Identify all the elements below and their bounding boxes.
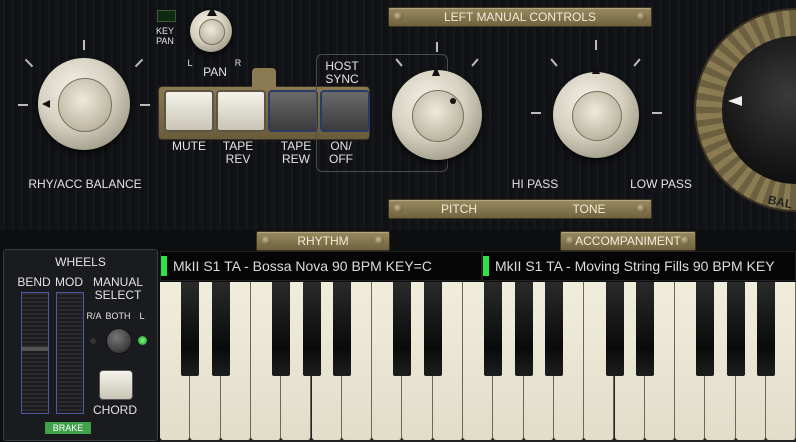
pan-label: PAN bbox=[203, 65, 227, 79]
black-key[interactable] bbox=[211, 282, 230, 376]
pitch-dot bbox=[450, 98, 456, 104]
l-led bbox=[138, 336, 147, 345]
black-key[interactable] bbox=[726, 282, 745, 376]
brake-label: BRAKE bbox=[52, 423, 84, 433]
pan-l-label: L bbox=[187, 58, 193, 68]
manual-select-label: MANUAL SELECT bbox=[92, 275, 143, 302]
tone-knob[interactable] bbox=[553, 72, 639, 158]
accompaniment-label: ACCOMPANIMENT bbox=[575, 234, 681, 248]
balance-pointer-icon bbox=[728, 96, 742, 106]
black-key[interactable] bbox=[332, 282, 351, 376]
black-key[interactable] bbox=[302, 282, 321, 376]
rhy-acc-balance-label: RHY/ACC BALANCE bbox=[28, 177, 142, 191]
black-key[interactable] bbox=[181, 282, 200, 376]
accompaniment-led bbox=[483, 256, 489, 276]
rhythm-display[interactable]: MkII S1 TA - Bossa Nova 90 BPM KEY=C bbox=[160, 251, 482, 281]
pitch-pointer-icon bbox=[432, 66, 440, 76]
black-key[interactable] bbox=[757, 282, 775, 376]
chord-label: CHORD bbox=[93, 403, 137, 417]
mute-label: MUTE bbox=[172, 139, 206, 153]
key-pan-label: KEY PAN bbox=[155, 26, 174, 46]
key-pan-indicator[interactable] bbox=[157, 10, 176, 22]
host-sync-label: HOST SYNC bbox=[325, 59, 359, 86]
mute-button[interactable] bbox=[164, 90, 214, 132]
mod-wheel[interactable] bbox=[56, 292, 84, 414]
tone-label: TONE bbox=[572, 202, 606, 216]
button-plate-tab bbox=[252, 68, 276, 88]
pitch-label: PITCH bbox=[441, 202, 477, 216]
black-key[interactable] bbox=[544, 282, 563, 376]
accompaniment-display[interactable]: MkII S1 TA - Moving String Fills 90 BPM … bbox=[482, 251, 796, 281]
black-key[interactable] bbox=[605, 282, 624, 376]
accompaniment-plate: ACCOMPANIMENT bbox=[560, 231, 696, 251]
chord-button[interactable] bbox=[99, 370, 133, 400]
bend-label: BEND bbox=[17, 275, 51, 289]
l-label: L bbox=[139, 311, 145, 321]
wheels-panel: WHEELS BEND MOD MANUAL SELECT R/A BOTH L… bbox=[3, 249, 158, 441]
manual-select-switch[interactable] bbox=[106, 328, 132, 354]
ra-label: R/A bbox=[86, 311, 102, 321]
rhy-acc-balance-knob[interactable] bbox=[38, 58, 130, 150]
low-pass-label: LOW PASS bbox=[630, 177, 692, 191]
black-key[interactable] bbox=[514, 282, 533, 376]
tape-rev-label: TAPE REV bbox=[222, 139, 254, 166]
tone-pointer-icon bbox=[592, 64, 600, 74]
accompaniment-display-text: MkII S1 TA - Moving String Fills 90 BPM … bbox=[495, 258, 775, 274]
left-manual-controls-label: LEFT MANUAL CONTROLS bbox=[443, 10, 597, 24]
pan-pointer-icon bbox=[207, 7, 217, 16]
ra-led bbox=[90, 338, 96, 344]
rhythm-label: RHYTHM bbox=[297, 234, 349, 248]
hi-pass-label: HI PASS bbox=[511, 177, 559, 191]
brake-badge[interactable]: BRAKE bbox=[45, 422, 91, 434]
black-key[interactable] bbox=[272, 282, 291, 376]
top-control-panel: KEY PAN L R PAN RHY/ACC BALANCE LEFT MAN… bbox=[0, 0, 796, 230]
rhythm-led bbox=[161, 256, 167, 276]
pan-knob[interactable] bbox=[190, 10, 232, 52]
tape-rew-label: TAPE REW bbox=[280, 139, 312, 166]
black-key[interactable] bbox=[423, 282, 442, 376]
mod-label: MOD bbox=[55, 275, 83, 289]
tape-rew-button[interactable] bbox=[268, 90, 318, 132]
left-manual-controls-plate: LEFT MANUAL CONTROLS bbox=[388, 7, 652, 27]
black-key[interactable] bbox=[635, 282, 654, 376]
pitch-tone-plate: PITCH TONE bbox=[388, 199, 652, 219]
black-key[interactable] bbox=[484, 282, 503, 376]
bend-wheel[interactable] bbox=[21, 292, 49, 414]
wheels-title: WHEELS bbox=[55, 255, 106, 269]
rhy-acc-pointer-icon bbox=[42, 100, 50, 108]
pitch-knob[interactable] bbox=[392, 70, 482, 160]
rhythm-plate: RHYTHM bbox=[256, 231, 390, 251]
both-label: BOTH bbox=[105, 311, 131, 321]
keyboard[interactable] bbox=[160, 282, 796, 442]
tape-rev-button[interactable] bbox=[216, 90, 266, 132]
rhythm-display-text: MkII S1 TA - Bossa Nova 90 BPM KEY=C bbox=[173, 258, 432, 274]
black-key[interactable] bbox=[696, 282, 715, 376]
black-key[interactable] bbox=[393, 282, 412, 376]
